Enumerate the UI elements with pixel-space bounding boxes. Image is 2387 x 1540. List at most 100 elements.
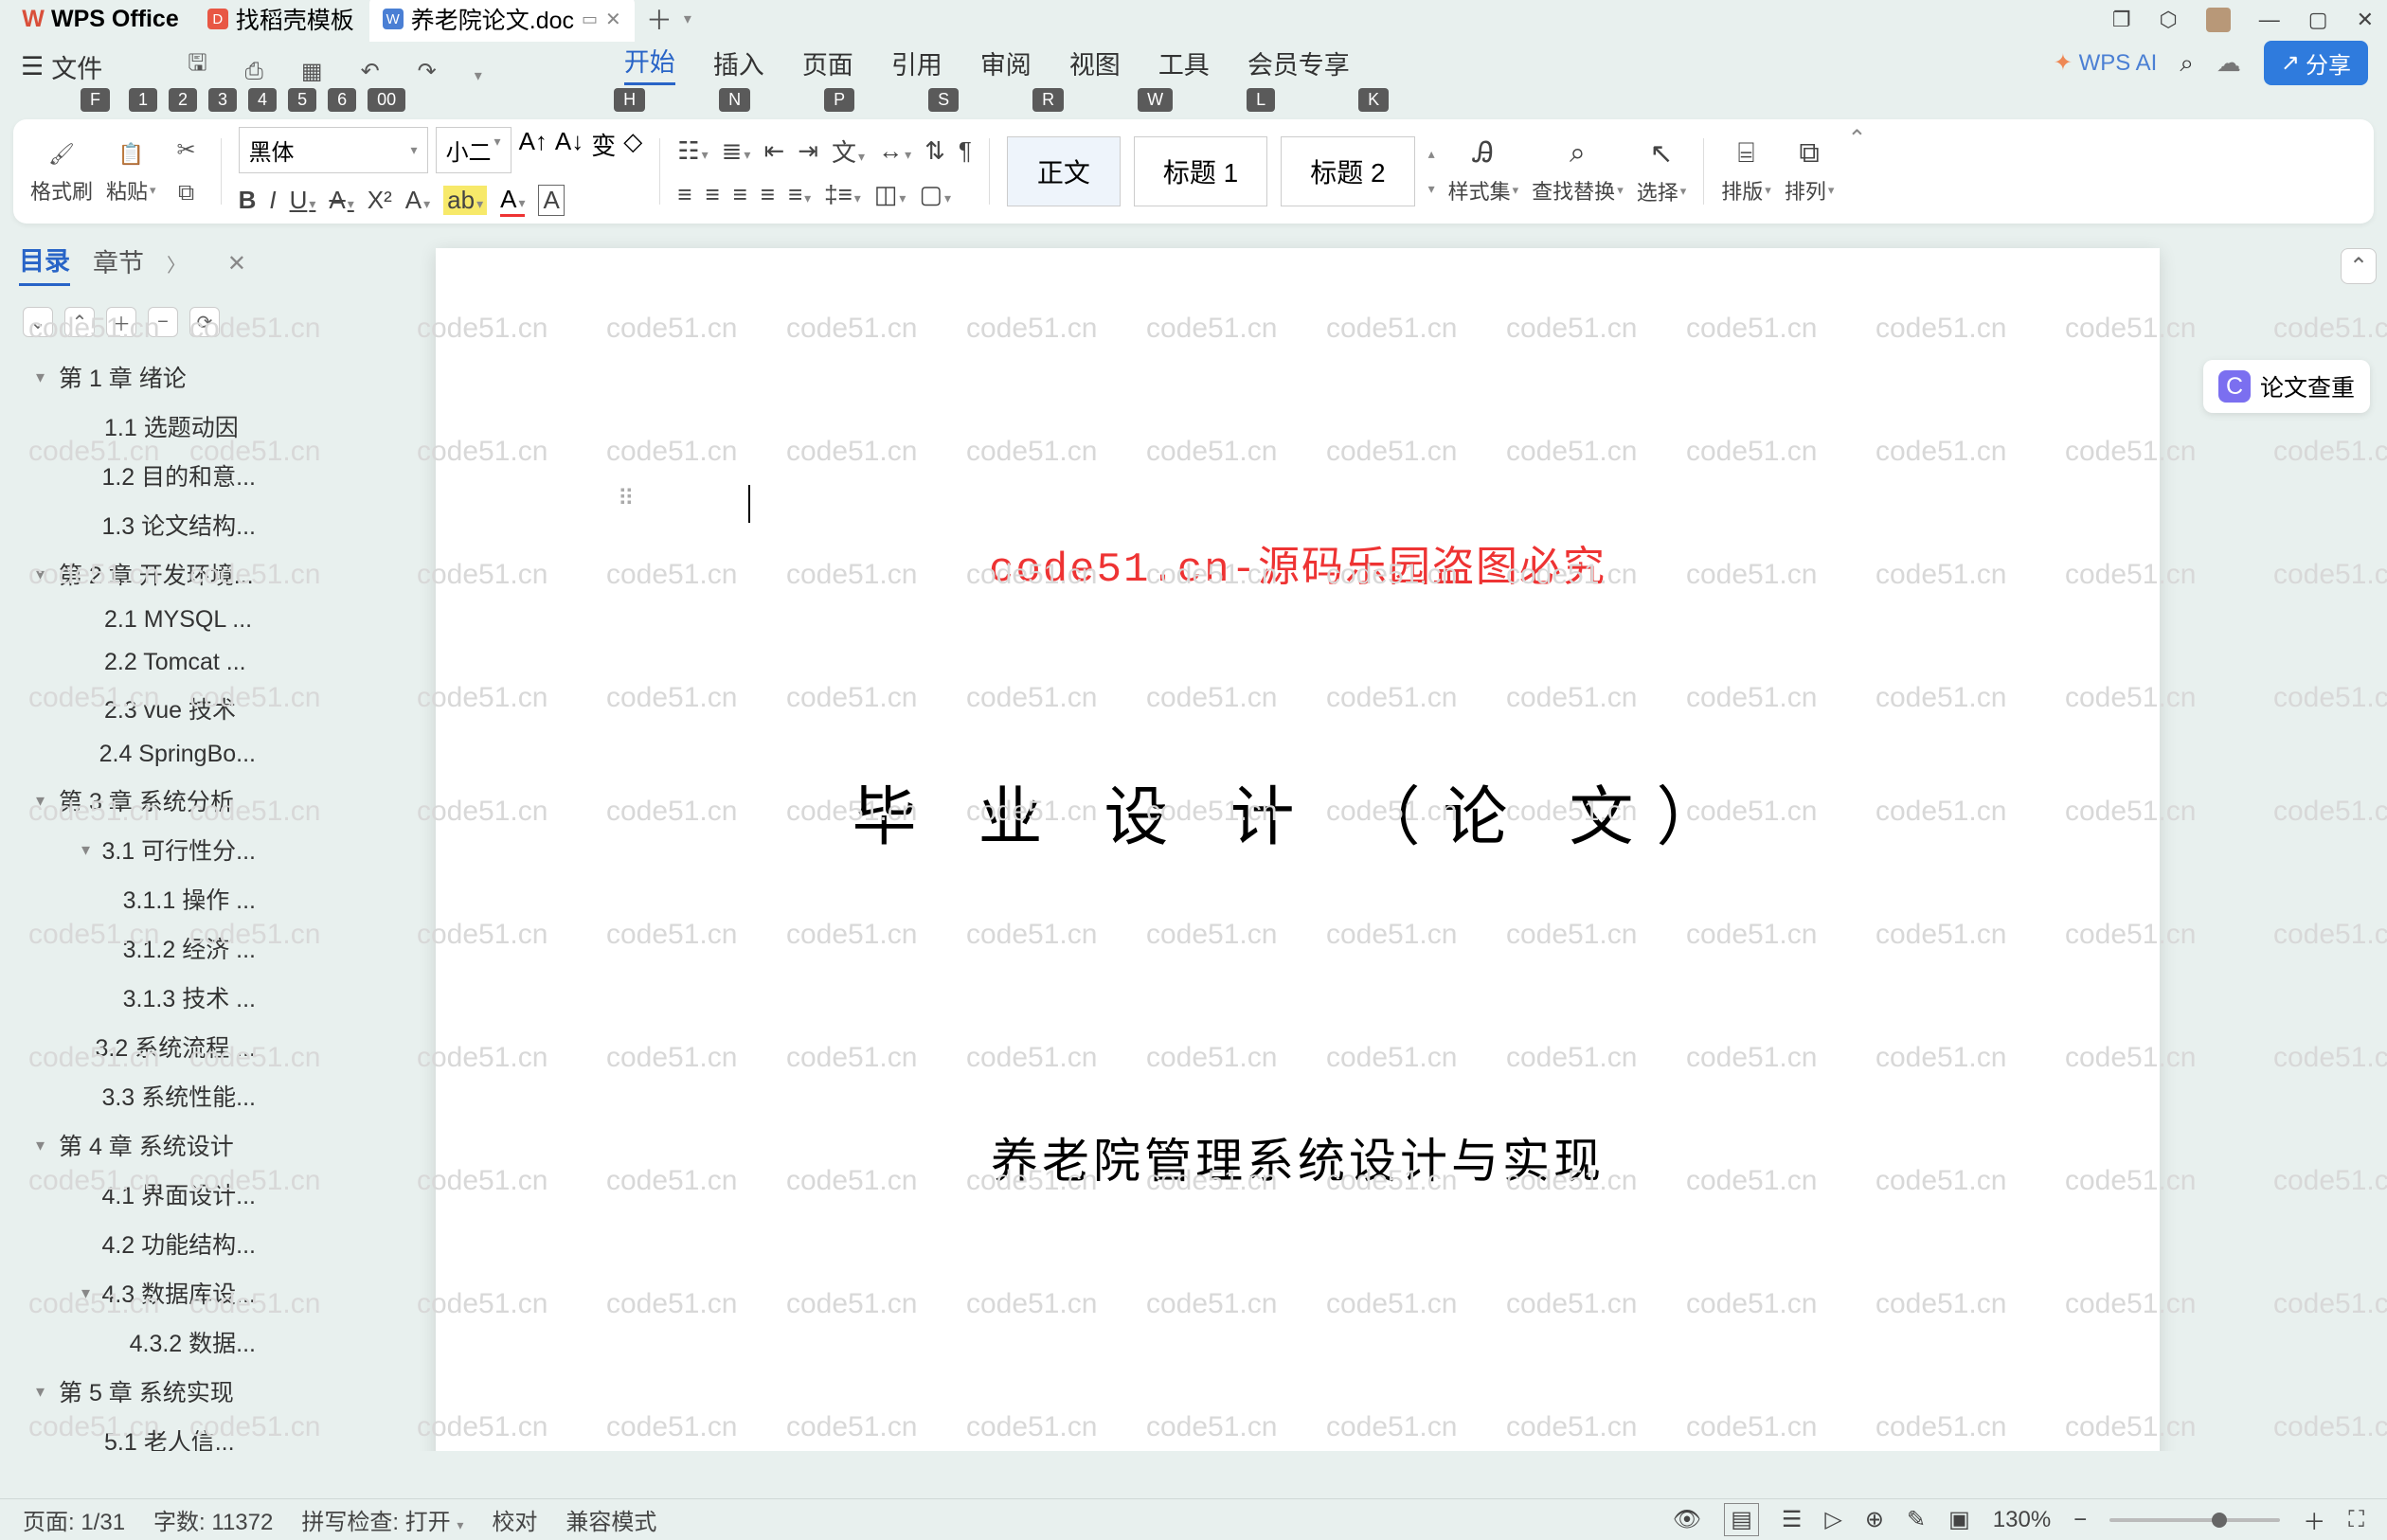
align-left-icon[interactable]: ≡ [677,180,691,209]
align-group[interactable]: ⧉ 排列 [1785,137,1835,206]
paste-group[interactable]: 📋 粘贴 [106,137,156,206]
status-spellcheck[interactable]: 拼写检查: 打开 ▾ [301,1503,463,1536]
multi-window-icon[interactable]: ❐ [2112,8,2131,32]
style-normal[interactable]: 正文 [1007,136,1121,206]
outline-item[interactable]: 1.1 选题动因 [0,402,265,451]
caret-icon[interactable]: ▾ [36,564,53,584]
status-compat[interactable]: 兼容模式 [565,1503,656,1536]
outline-item[interactable]: 1.3 论文结构... [0,500,265,549]
bullet-list-icon[interactable]: ☷ [677,136,708,166]
tab-toc[interactable]: 目录 [19,241,70,286]
text-direction-icon[interactable]: 文 [832,134,865,169]
cloud-icon[interactable]: ☁ [2216,48,2241,78]
style-heading1[interactable]: 标题 1 [1134,136,1267,206]
eye-icon[interactable]: 👁 [1673,1506,1701,1533]
file-menu[interactable]: ☰ 文件 [21,48,102,85]
zoom-in-icon[interactable]: ＋ [2303,1503,2325,1536]
document-tab[interactable]: W 养老院论文.doc ▭ ✕ [369,0,635,42]
caret-icon[interactable]: ▾ [36,791,53,811]
user-avatar[interactable] [2206,8,2231,32]
align-right-icon[interactable]: ≡ [733,180,747,209]
template-tab[interactable]: D 找稻壳模板 [194,0,368,42]
app-logo-tab[interactable]: W WPS Office [9,0,192,39]
char-border-icon[interactable]: A [538,185,564,216]
underline-icon[interactable]: U [290,186,316,215]
document-viewport[interactable]: ⠿ code51.cn-源码乐园盗图必究 毕 业 设 计 （论 文） 养老院管理… [265,229,2330,1451]
caret-icon[interactable]: ▾ [36,367,53,387]
shading-icon[interactable]: ◫ [874,180,906,209]
arrange-group[interactable]: ⌸ 排版 [1721,137,1771,206]
minimize-button[interactable]: — [2259,8,2280,32]
find-replace-group[interactable]: ⌕ 查找替换 [1532,137,1624,206]
outline-item[interactable]: 2.1 MYSQL ... [0,599,265,641]
decrease-indent-icon[interactable]: ⇤ [763,136,784,166]
pen-icon[interactable]: ✎ [1907,1506,1926,1533]
style-scroll-up-icon[interactable]: ▴ [1428,146,1435,162]
fit-width-icon[interactable]: ↔ [878,136,911,166]
outline-item[interactable]: ▾4.3 数据库设... [0,1268,265,1317]
wps-ai-button[interactable]: ✦ WPS AI [2054,49,2157,77]
font-color-icon[interactable]: A [500,185,525,217]
outline-view-icon[interactable]: ☰ [1782,1506,1803,1533]
menu-reference[interactable]: 引用 [891,45,942,85]
new-tab-button[interactable]: ＋ [637,0,682,38]
border-icon[interactable]: ▢ [919,180,951,209]
quick-print-icon[interactable]: ⎙ [245,59,263,85]
menu-page[interactable]: 页面 [802,45,853,85]
web-view-icon[interactable]: ⊕ [1865,1506,1884,1533]
quick-dropdown-icon[interactable]: ▾ [475,66,482,85]
tab-close-icon[interactable]: ✕ [605,8,621,31]
caret-icon[interactable]: ▾ [81,1283,96,1303]
outline-item[interactable]: ▾第 4 章 系统设计 [0,1120,265,1170]
refresh-icon[interactable]: ⟳ [189,307,220,337]
outline-item[interactable]: ▾第 3 章 系统分析 [0,776,265,825]
superscript-icon[interactable]: X² [368,186,392,215]
outline-item[interactable]: 2.2 Tomcat ... [0,641,265,684]
styleset-group[interactable]: Ꭿ 样式集 [1448,137,1519,206]
zoom-value[interactable]: 130% [1993,1507,2051,1533]
document-page[interactable]: ⠿ code51.cn-源码乐园盗图必究 毕 业 设 计 （论 文） 养老院管理… [436,248,2160,1451]
ruler-toggle-icon[interactable]: ⌃ [2341,248,2377,284]
align-justify-icon[interactable]: ≡ [761,180,775,209]
paper-check-button[interactable]: C 论文查重 [2203,360,2370,413]
focus-icon[interactable]: ▣ [1948,1506,1970,1533]
outline-item[interactable]: 2.3 vue 技术 [0,684,265,733]
menu-member[interactable]: 会员专享 [1247,45,1350,85]
outline-item[interactable]: ▾第 2 章 开发环境... [0,549,265,599]
search-icon[interactable]: ⌕ [2180,48,2194,79]
clear-format-icon[interactable]: ◇ [623,127,642,173]
cube-icon[interactable]: ⬡ [2160,8,2178,32]
line-spacing-icon[interactable]: ‡≡ [824,180,861,209]
caret-icon[interactable]: ▾ [36,1382,53,1402]
menu-insert[interactable]: 插入 [713,45,764,85]
copy-icon[interactable]: ⧉ [170,176,204,210]
tab-window-icon[interactable]: ▭ [582,9,598,29]
outline-item[interactable]: 3.1.1 操作 ... [0,874,265,923]
fullscreen-icon[interactable]: ⛶ [2348,1507,2364,1533]
tab-chapter[interactable]: 章节 [93,242,144,285]
status-words[interactable]: 字数: 11372 [153,1503,273,1536]
menu-view[interactable]: 视图 [1069,45,1121,85]
outline-item[interactable]: 3.2 系统流程 ... [0,1022,265,1071]
outline-item[interactable]: 4.1 界面设计... [0,1170,265,1219]
text-effect-icon[interactable]: A [405,186,430,215]
font-name-select[interactable]: 黑体▾ [239,127,428,173]
align-center-icon[interactable]: ≡ [705,180,719,209]
collapse-up-icon[interactable]: ⌃ [64,307,95,337]
outline-item[interactable]: 3.1.2 经济 ... [0,923,265,973]
format-brush-group[interactable]: 🖌 格式刷 [30,137,93,206]
highlight-icon[interactable]: ab [443,186,487,215]
status-proof[interactable]: 校对 [492,1503,537,1536]
menu-start[interactable]: 开始 [624,42,675,85]
share-button[interactable]: ↗ 分享 [2264,41,2368,85]
tab-menu-dropdown-icon[interactable]: ▾ [684,9,691,28]
zoom-slider[interactable] [2109,1518,2280,1522]
select-group[interactable]: ↖ 选择 [1637,137,1687,206]
phonetic-icon[interactable]: 变 [591,127,616,173]
cut-icon[interactable]: ✂ [170,133,204,167]
number-list-icon[interactable]: ≣ [722,136,751,166]
page-view-icon[interactable]: ▤ [1724,1503,1759,1536]
drag-handle-icon[interactable]: ⠿ [618,485,635,512]
sidebar-nav-next-icon[interactable]: 〉 [167,250,186,278]
caret-icon[interactable]: ▾ [36,1136,53,1155]
